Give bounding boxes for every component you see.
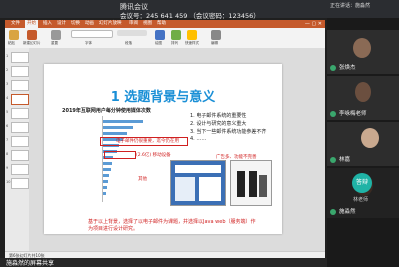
slide-number: 9 (6, 166, 9, 170)
slide-thumbnail[interactable] (11, 150, 29, 161)
tab-file[interactable]: 文件 (11, 20, 20, 28)
annotation-mobile: (2.6亿) 移动设备 (136, 153, 171, 158)
chart-title: 2019年互联网用户每分钟使用媒体次数 (62, 108, 151, 114)
participant-tile[interactable]: 张焕杰 (327, 30, 399, 74)
slide-thumbnail[interactable] (11, 66, 29, 77)
edit-icon[interactable] (211, 30, 221, 40)
bullet-4: 4. …… (190, 136, 207, 142)
paragraph-label: 段落 (125, 41, 132, 45)
bullet-2: 2. 设计与研究的意义重大 (190, 121, 247, 127)
new-slide-label: 新建幻灯片 (23, 41, 41, 45)
slide-number: 8 (6, 152, 9, 156)
font-selector[interactable] (71, 30, 113, 38)
drawing-icon[interactable] (155, 30, 165, 40)
slide-thumbnail[interactable] (11, 164, 29, 175)
annotation-other: 其他 (138, 177, 147, 182)
slide-thumbnail[interactable] (11, 122, 29, 133)
mic-icon (330, 65, 336, 71)
mic-icon (330, 111, 336, 117)
mic-icon (330, 157, 336, 163)
edit-label: 编辑 (211, 41, 218, 45)
presentation-window: 文件 开始 插入 设计 切换 动画 幻灯片放映 审阅 视图 帮助 — ▢ ✕ 粘… (5, 20, 325, 261)
ribbon-tabs: 文件 开始 插入 设计 切换 动画 幻灯片放映 审阅 视图 帮助 (5, 20, 325, 28)
paste-label: 粘贴 (8, 41, 15, 45)
slide-thumbnails: 1 2 3 4 5 6 7 8 9 10 (5, 48, 30, 251)
tab-view[interactable]: 视图 (143, 20, 152, 28)
window-controls[interactable]: — ▢ ✕ (305, 21, 322, 27)
paste-icon[interactable] (9, 30, 19, 40)
paragraph-controls[interactable] (117, 30, 147, 36)
slide-number: 7 (6, 138, 9, 142)
drawing-label: 绘图 (155, 41, 162, 45)
slide-number: 4 (6, 96, 9, 100)
reset-label: 重置 (51, 41, 58, 45)
slide-number: 2 (6, 68, 9, 72)
font-label: 字体 (85, 41, 92, 45)
participant-name: 张焕杰 (339, 65, 356, 71)
arrange-label: 排列 (171, 41, 178, 45)
speaking-status: 正在讲话：施淼然 (330, 3, 371, 9)
participant-tile[interactable]: 李咏梅老师 (327, 76, 399, 120)
tab-design[interactable]: 设计 (57, 20, 66, 28)
participant-name: 林嘉 (339, 157, 351, 163)
highlight-box (104, 151, 136, 159)
participant-name: 施淼然 (339, 209, 356, 215)
teacher-label: 林老师 (353, 197, 369, 203)
participant-panel: 张焕杰 李咏梅老师 林嘉 施淼然 答辩 林老师 (327, 18, 399, 267)
slide-title: 1 选题背景与意义 (110, 90, 216, 105)
bullet-1: 1. 电子邮件系统的重要性 (190, 113, 247, 119)
quick-styles-icon[interactable] (187, 30, 197, 40)
tab-transitions[interactable]: 切换 (71, 20, 80, 28)
new-slide-icon[interactable] (27, 30, 37, 40)
phone-ad-screenshot (230, 160, 272, 206)
slide-thumbnail[interactable] (11, 80, 29, 91)
slide-thumbnail[interactable] (11, 136, 29, 147)
participant-tile[interactable]: 林嘉 (327, 122, 399, 166)
tab-insert[interactable]: 插入 (43, 20, 52, 28)
reset-icon[interactable] (51, 30, 61, 40)
slide-number: 10 (6, 180, 11, 184)
share-info[interactable]: 施淼然的屏幕共享 (6, 258, 54, 267)
annotation-ads: 广告多、功能不完善 (216, 155, 257, 160)
slide-number: 3 (6, 82, 9, 86)
slide-number: 5 (6, 110, 9, 114)
summary-text: 基于以上背景，选择了以电子邮件为课题，并选择以Java web（服务端）作为项目… (88, 219, 256, 232)
slide-thumbnail[interactable] (11, 52, 29, 63)
tab-review[interactable]: 审阅 (129, 20, 138, 28)
mic-icon (330, 209, 336, 215)
tab-slideshow[interactable]: 幻灯片放映 (99, 20, 122, 28)
tab-animations[interactable]: 动画 (85, 20, 94, 28)
email-ui-screenshot (170, 160, 226, 206)
answer-button[interactable]: 答辩 (352, 173, 372, 193)
tab-help[interactable]: 帮助 (157, 20, 166, 28)
slide-editor: 1 选题背景与意义 2019年互联网用户每分钟使用媒体次数 电子邮件仍很重要，迄… (29, 48, 325, 251)
bullet-3: 3. 当下一些邮件系统功能参差不齐 (190, 129, 267, 135)
bar-chart-image (72, 116, 146, 202)
meeting-info: 会议号：245 641 459 （会议密码：123456） (120, 12, 260, 20)
slide-number: 6 (6, 124, 9, 128)
slide-number: 1 (6, 54, 9, 58)
arrange-icon[interactable] (171, 30, 181, 40)
tab-home[interactable]: 开始 (25, 20, 38, 28)
ribbon-toolbar: 粘贴 新建幻灯片 重置 字体 段落 绘图 排列 快速样式 编辑 (5, 28, 325, 49)
slide-thumbnail-selected[interactable] (11, 94, 29, 105)
annotation-email: 电子邮件仍很重要，迄今仍在用 (116, 139, 179, 144)
participant-name: 李咏梅老师 (339, 111, 367, 117)
current-slide[interactable]: 1 选题背景与意义 2019年互联网用户每分钟使用媒体次数 电子邮件仍很重要，迄… (44, 64, 282, 234)
slide-thumbnail[interactable] (11, 108, 29, 119)
slide-thumbnail[interactable] (11, 178, 29, 189)
quick-styles-label: 快速样式 (185, 41, 199, 45)
